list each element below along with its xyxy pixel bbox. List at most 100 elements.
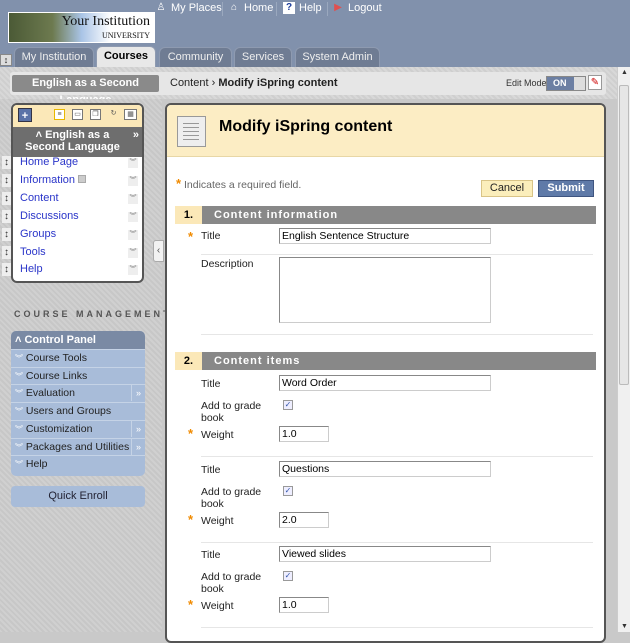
required-star-icon: *	[188, 597, 194, 612]
control-panel-item-label: Help	[25, 458, 48, 471]
flyout-arrow-icon[interactable]: »	[131, 438, 145, 455]
toggle-header-icon[interactable]: ↕	[0, 54, 12, 66]
expand-icon[interactable]: »	[133, 129, 139, 141]
drag-handle-icon[interactable]: ↕	[2, 156, 11, 169]
item-options-chevron-icon[interactable]: ︾	[128, 229, 138, 240]
person-icon: ♙	[156, 2, 166, 13]
scroll-up-icon[interactable]: ▲	[621, 69, 628, 76]
door-icon: ▶	[334, 2, 342, 13]
flyout-arrow-icon[interactable]: »	[131, 385, 145, 402]
course-button[interactable]: English as a Second Language	[12, 75, 159, 106]
menu-item-label: Content	[20, 191, 59, 204]
course-menu-item[interactable]: Help	[20, 263, 43, 275]
folder-view-icon[interactable]: ▭	[72, 109, 83, 120]
course-menu-item[interactable]: Content	[20, 192, 59, 204]
divider	[327, 2, 328, 16]
add-to-grade-book-checkbox[interactable]: ✓	[283, 400, 293, 410]
grade-label-line: book	[201, 583, 224, 595]
item-title-input[interactable]: Questions	[279, 460, 491, 477]
scroll-down-icon[interactable]: ▼	[621, 623, 628, 630]
item-title-input[interactable]: Word Order	[279, 375, 491, 391]
control-panel-header[interactable]: ˄ Control Panel	[11, 331, 145, 349]
breadcrumb-separator: ›	[211, 77, 216, 89]
add-to-grade-book-checkbox[interactable]: ✓	[283, 485, 293, 496]
course-menu-item[interactable]: Home Page	[20, 156, 78, 168]
divider	[201, 254, 593, 255]
item-options-chevron-icon[interactable]: ︾	[128, 193, 138, 204]
logout-link[interactable]: ▶ Logout	[332, 2, 382, 14]
description-textarea[interactable]	[279, 257, 491, 323]
weight-label: Weight	[201, 429, 234, 441]
edit-mode-help-icon[interactable]: ✎	[588, 75, 602, 90]
add-menu-item-icon[interactable]: +	[18, 108, 32, 122]
quick-enroll-button[interactable]: Quick Enroll	[11, 486, 145, 507]
collapse-icon: ˄	[35, 129, 46, 141]
item-options-chevron-icon[interactable]: ︾	[128, 175, 138, 186]
tab-services[interactable]: Services	[234, 47, 292, 67]
grade-label-line: book	[201, 412, 224, 424]
control-panel-item[interactable]: ︾ Users and Groups	[11, 402, 145, 420]
course-menu-title[interactable]: ˄ English as a Second Language»	[13, 127, 142, 157]
drag-handle-icon[interactable]: ↕	[2, 245, 11, 259]
vertical-scrollbar[interactable]: ▲ ▼	[617, 67, 630, 632]
item-options-chevron-icon[interactable]: ︾	[128, 158, 138, 168]
tab-system-admin[interactable]: System Admin	[295, 47, 380, 67]
item-title-input[interactable]: Viewed slides	[279, 546, 491, 562]
required-star-icon: *	[188, 229, 194, 244]
weight-input[interactable]: 1.0	[279, 597, 329, 613]
course-menu-item[interactable]: Tools	[20, 246, 46, 258]
grade-book-label: Add to grade book	[201, 400, 261, 424]
collapse-sidebar-handle[interactable]: ‹	[153, 240, 164, 262]
control-panel-title: Control Panel	[24, 334, 96, 346]
weight-input[interactable]: 1.0	[279, 426, 329, 442]
item-options-chevron-icon[interactable]: ︾	[128, 247, 138, 258]
tab-courses[interactable]: Courses	[96, 46, 156, 67]
control-panel-item[interactable]: ︾ Evaluation »	[11, 384, 145, 402]
submit-button[interactable]: Submit	[538, 180, 594, 197]
my-places-link[interactable]: ♙ My Places	[155, 2, 222, 14]
control-panel-item[interactable]: ︾ Course Links	[11, 366, 145, 385]
flyout-arrow-icon[interactable]: »	[131, 420, 145, 437]
chevron-down-icon: ︾	[15, 460, 23, 470]
keyboard-icon[interactable]: ▦	[124, 109, 137, 120]
section-number: 2.	[175, 352, 202, 370]
description-label: Description	[201, 258, 254, 270]
refresh-icon[interactable]: ↻	[108, 109, 119, 120]
course-management-label: COURSE MANAGEMENT	[14, 309, 172, 319]
institution-logo[interactable]: Your Institution UNIVERSITY	[8, 12, 155, 43]
item-options-chevron-icon[interactable]: ︾	[128, 265, 138, 276]
course-menu-item[interactable]: Discussions	[20, 210, 79, 222]
control-panel-item[interactable]: ︾ Help	[11, 455, 145, 473]
cancel-button[interactable]: Cancel	[481, 180, 533, 197]
chevron-down-icon: ︾	[15, 371, 23, 381]
breadcrumb: Content › Modify iSpring content	[170, 77, 338, 89]
page-title: Modify iSpring content	[219, 118, 393, 135]
course-menu-item[interactable]: Groups	[20, 228, 56, 240]
control-panel-item[interactable]: ︾ Course Tools	[11, 349, 145, 367]
weight-input[interactable]: 2.0	[279, 511, 329, 528]
breadcrumb-content[interactable]: Content	[170, 77, 209, 89]
window-icon[interactable]: ❐	[90, 109, 101, 120]
chevron-down-icon: ︾	[15, 389, 23, 399]
chevron-down-icon: ︾	[15, 424, 23, 434]
drag-handle-icon[interactable]: ↕	[2, 173, 11, 187]
control-panel-item[interactable]: ︾ Packages and Utilities»	[11, 437, 145, 456]
home-link[interactable]: ⌂ Home	[228, 2, 273, 14]
course-menu-item[interactable]: Information	[20, 174, 87, 186]
help-link[interactable]: ? Help	[283, 2, 322, 14]
control-panel-item[interactable]: ︾ Customization »	[11, 419, 145, 438]
drag-handle-icon[interactable]: ↕	[2, 227, 11, 241]
section-content-items: 2. Content items	[175, 352, 596, 370]
add-to-grade-book-checkbox[interactable]: ✓	[283, 571, 293, 581]
drag-handle-icon[interactable]: ↕	[2, 263, 11, 277]
tab-community[interactable]: Community	[159, 47, 232, 67]
drag-handle-icon[interactable]: ↕	[2, 191, 11, 205]
tab-my-institution[interactable]: My Institution	[14, 47, 94, 67]
divider	[276, 2, 277, 16]
item-options-chevron-icon[interactable]: ︾	[128, 211, 138, 222]
drag-handle-icon[interactable]: ↕	[2, 209, 11, 223]
scroll-thumb[interactable]	[619, 85, 629, 385]
edit-mode-toggle[interactable]: ON	[546, 76, 586, 91]
list-view-icon[interactable]: ≡	[54, 109, 65, 120]
title-input[interactable]: English Sentence Structure	[279, 228, 491, 244]
